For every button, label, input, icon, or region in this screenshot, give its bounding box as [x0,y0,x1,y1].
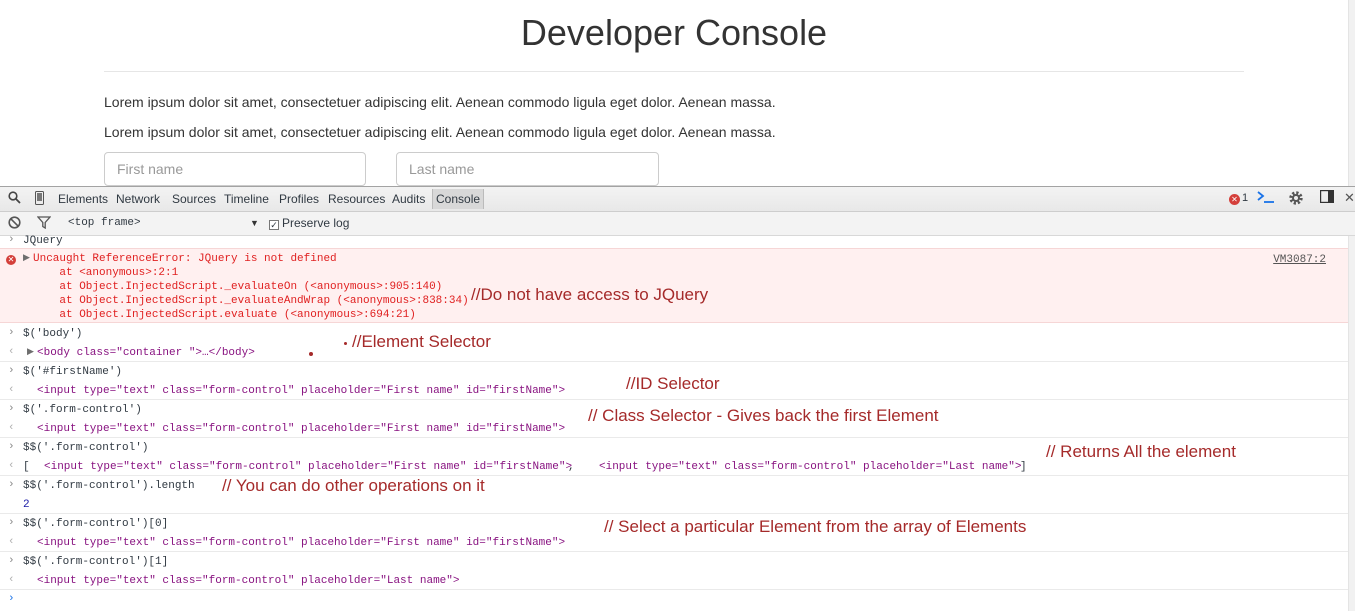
dock-icon[interactable] [1319,189,1335,206]
annotation-dot [344,342,347,345]
stack-line: at Object.InjectedScript.evaluate (<anon… [33,309,416,321]
divider [0,475,1348,476]
annotation: //Do not have access to JQuery [471,285,709,304]
tab-sources[interactable]: Sources [172,192,216,206]
output-icon: ‹ [8,422,15,434]
page-title: Developer Console [520,12,828,53]
console-input[interactable]: $$('.form-control')[0] [23,518,168,530]
dom-node[interactable]: <input type="text" class="form-control" … [44,461,572,473]
prompt-icon: › [8,441,15,453]
annotation: //ID Selector [626,374,720,393]
paragraph: Lorem ipsum dolor sit amet, consectetuer… [104,94,776,110]
console-input[interactable]: $('body') [23,328,82,340]
error-count: 1 [1242,192,1249,204]
page-scrollbar[interactable] [1348,0,1355,186]
tab-elements[interactable]: Elements [58,192,108,206]
divider [0,513,1348,514]
gear-icon[interactable] [1288,190,1304,209]
dom-node[interactable]: <input type="text" class="form-control" … [37,423,565,435]
dom-node[interactable]: <input type="text" class="form-control" … [37,575,459,587]
preserve-log-label: Preserve log [282,216,350,230]
console-prompt-input[interactable] [23,592,1323,608]
annotation: //Element Selector [352,332,491,351]
expand-triangle-icon[interactable]: ▶ [27,347,34,357]
annotation: // You can do other operations on it [222,476,485,495]
stack-line: at Object.InjectedScript._evaluateAndWra… [33,295,469,307]
prompt-icon: › [8,517,15,529]
prompt-icon: › [8,555,15,567]
stack-line: at Object.InjectedScript._evaluateOn (<a… [33,281,443,293]
divider [0,361,1348,362]
prompt-icon: › [8,593,15,605]
divider [104,71,1244,72]
error-icon: ✕ [6,255,16,265]
checkmark-icon: ✓ [269,220,279,230]
tab-timeline[interactable]: Timeline [224,192,269,206]
console-input[interactable]: $('#firstName') [23,366,122,378]
dom-node[interactable]: <input type="text" class="form-control" … [37,385,565,397]
dom-node[interactable]: <body class="container ">…</body> [37,347,255,359]
prompt-icon: › [8,403,15,415]
console-input[interactable]: $$('.form-control').length [23,480,195,492]
console-input[interactable]: $$('.form-control') [23,442,148,454]
last-name-input[interactable] [396,152,659,186]
array-close: ] [1020,461,1027,473]
prompt-icon: › [8,327,15,339]
prompt-icon: › [8,479,15,491]
error-text: Uncaught ReferenceError: JQuery is not d… [33,253,337,265]
search-icon[interactable] [8,191,21,207]
close-icon[interactable]: ✕ [1344,190,1355,206]
tab-resources[interactable]: Resources [328,192,385,206]
dom-node[interactable]: <input type="text" class="form-control" … [37,537,565,549]
error-icon: ✕ [1229,194,1240,205]
annotation: // Returns All the element [1046,442,1236,461]
divider [0,399,1348,400]
first-name-input[interactable] [104,152,366,186]
annotation: // Class Selector - Gives back the first… [588,406,939,425]
prompt-icon: › [8,234,15,246]
output-icon: ‹ [8,346,15,358]
output-icon: ‹ [8,384,15,396]
console-filterbar: <top frame> ▼ ✓ Preserve log [0,212,1355,236]
console-input[interactable]: JQuery [23,235,63,247]
tab-profiles[interactable]: Profiles [279,192,319,206]
devtools-tabbar: Elements Network Sources Timeline Profil… [0,187,1355,212]
console-input[interactable]: $('.form-control') [23,404,142,416]
console-output: › JQuery ✕ ▶ Uncaught ReferenceError: JQ… [0,234,1348,611]
console-input[interactable]: $$('.form-control')[1] [23,556,168,568]
array-open: [ [23,461,30,473]
tab-audits[interactable]: Audits [392,192,425,206]
prompt-icon: › [8,365,15,377]
devtools-panel: Elements Network Sources Timeline Profil… [0,186,1355,611]
device-mode-icon[interactable] [35,191,44,208]
error-counter[interactable]: ✕ 1 [1229,192,1248,205]
console-scrollbar[interactable] [1348,236,1355,611]
web-page: Developer Console Lorem ipsum dolor sit … [0,0,1348,186]
paragraph: Lorem ipsum dolor sit amet, consectetuer… [104,124,776,140]
tab-network[interactable]: Network [116,192,160,206]
array-comma: , [568,461,575,473]
clear-icon[interactable] [8,216,21,232]
output-icon: ‹ [8,574,15,586]
divider [0,437,1348,438]
filter-icon[interactable] [36,216,52,232]
console-drawer-icon[interactable] [1257,190,1275,207]
divider [0,551,1348,552]
annotation: // Select a particular Element from the … [604,517,1027,536]
output-value: 2 [23,499,30,511]
dom-node[interactable]: <input type="text" class="form-control" … [599,461,1021,473]
source-link[interactable]: VM3087:2 [1273,254,1326,266]
expand-triangle-icon[interactable]: ▶ [23,253,30,263]
tab-console[interactable]: Console [432,189,485,209]
output-icon: ‹ [8,460,15,472]
stack-line: at <anonymous>:2:1 [33,267,179,279]
divider [0,589,1348,590]
chevron-down-icon[interactable]: ▼ [250,218,259,228]
preserve-log-checkbox[interactable]: ✓ Preserve log [269,216,349,230]
annotation-dot [309,352,313,356]
frame-select[interactable]: <top frame> [68,217,258,229]
output-icon: ‹ [8,536,15,548]
